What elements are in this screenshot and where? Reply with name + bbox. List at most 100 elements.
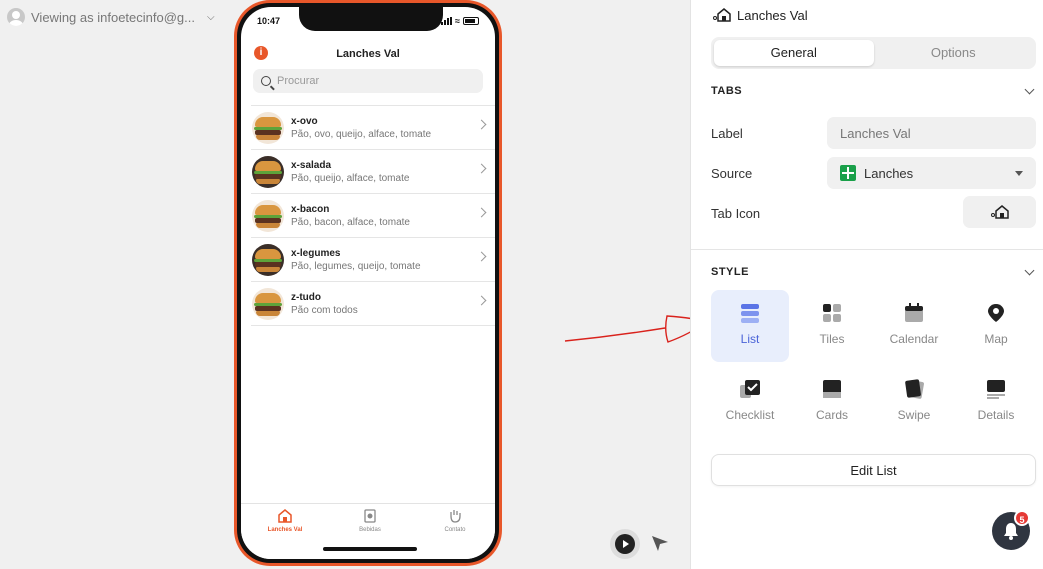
phone-preview: 10:47 ≈ i Lanches Val Procurar x-ovo Pão,… [234, 0, 502, 566]
list-icon [739, 302, 761, 324]
status-time: 10:47 [257, 16, 281, 26]
annotation-arrow [564, 315, 708, 343]
user-avatar-icon [7, 8, 25, 26]
source-field-label: Source [711, 166, 753, 181]
search-input[interactable]: Procurar [253, 69, 483, 93]
list-item[interactable]: x-legumes Pão, legumes, queijo, tomate [251, 238, 495, 282]
tab-label: Lanches Val [267, 527, 303, 533]
hand-icon [447, 508, 463, 524]
tab-icon-label: Tab Icon [711, 206, 761, 221]
cursor-icon[interactable] [650, 533, 670, 553]
tiles-icon [821, 302, 843, 324]
style-label: Swipe [897, 408, 931, 422]
style-label: Details [977, 408, 1015, 422]
status-bar: 10:47 ≈ [257, 16, 479, 26]
burger-image [252, 199, 284, 232]
panel-segmented-control: General Options [711, 37, 1036, 69]
style-option-map[interactable]: Map [957, 290, 1035, 362]
tab-contato[interactable]: Contato [425, 508, 485, 533]
style-option-list[interactable]: List [711, 290, 789, 362]
segment-options[interactable]: Options [874, 40, 1034, 66]
label-input[interactable]: Lanches Val [827, 117, 1036, 149]
search-icon [261, 76, 271, 86]
burger-image [252, 111, 284, 144]
item-subtitle: Pão, queijo, alface, tomate [291, 172, 410, 184]
style-option-calendar[interactable]: Calendar [875, 290, 953, 362]
source-dropdown[interactable]: Lanches [827, 157, 1036, 189]
style-label: Calendar [889, 332, 939, 346]
style-label: List [740, 332, 760, 346]
viewing-as-label: Viewing as infoetecinfo@g... [31, 9, 195, 25]
phone-screen: 10:47 ≈ i Lanches Val Procurar x-ovo Pão,… [241, 7, 495, 559]
wifi-icon: ≈ [455, 16, 460, 26]
bell-icon [1004, 523, 1018, 540]
list-item[interactable]: x-salada Pão, queijo, alface, tomate [251, 150, 495, 194]
style-label: Cards [815, 408, 848, 422]
home-indicator [323, 547, 417, 551]
swipe-icon [903, 378, 925, 400]
label-field-label: Label [711, 126, 743, 141]
item-subtitle: Pão com todos [291, 304, 358, 316]
app-title: Lanches Val [336, 48, 400, 60]
item-list: x-ovo Pão, ovo, queijo, alface, tomate x-… [251, 105, 495, 326]
burger-image [252, 243, 284, 276]
properties-panel: Lanches Val General Options TABS Label L… [690, 0, 1043, 569]
item-title: x-ovo [291, 115, 318, 127]
style-label: Map [984, 332, 1008, 346]
edit-list-button[interactable]: Edit List [711, 454, 1036, 486]
details-icon [985, 378, 1007, 400]
phone-tab-bar: Lanches Val Bebidas Contato [241, 503, 495, 559]
panel-title: Lanches Val [737, 7, 808, 23]
tabs-section-title: TABS [711, 85, 743, 97]
burger-image [252, 287, 284, 320]
search-placeholder: Procurar [277, 75, 320, 87]
store-icon [713, 8, 731, 22]
tab-icon-picker[interactable] [963, 196, 1036, 228]
divider [691, 249, 1043, 250]
style-option-details[interactable]: Details [957, 366, 1035, 438]
list-item[interactable]: z-tudo Pão com todos [251, 282, 495, 326]
style-label: Checklist [725, 408, 775, 422]
cards-icon [821, 378, 843, 400]
app-header: i Lanches Val [241, 43, 495, 65]
checklist-icon [739, 378, 761, 400]
burger-image [252, 155, 284, 188]
label-input-value: Lanches Val [840, 125, 911, 141]
style-section-title: STYLE [711, 266, 749, 278]
info-icon[interactable]: i [254, 46, 268, 60]
item-title: x-salada [291, 159, 332, 171]
tab-lanches-val[interactable]: Lanches Val [255, 508, 315, 533]
style-option-checklist[interactable]: Checklist [711, 366, 789, 438]
signal-icon [441, 17, 453, 25]
item-title: x-bacon [291, 203, 330, 215]
tab-label: Contato [444, 527, 466, 533]
calendar-icon [903, 302, 925, 324]
map-pin-icon [985, 302, 1007, 324]
list-item[interactable]: x-ovo Pão, ovo, queijo, alface, tomate [251, 106, 495, 150]
store-icon [990, 205, 1009, 219]
chevron-down-icon[interactable] [1024, 84, 1035, 95]
sheet-icon [840, 165, 856, 181]
style-option-swipe[interactable]: Swipe [875, 366, 953, 438]
chevron-down-icon: ⌵ [207, 11, 215, 23]
chevron-down-icon[interactable] [1024, 265, 1035, 276]
list-item[interactable]: x-bacon Pão, bacon, alface, tomate [251, 194, 495, 238]
item-title: z-tudo [291, 291, 321, 303]
style-option-cards[interactable]: Cards [793, 366, 871, 438]
store-icon [277, 508, 293, 524]
item-subtitle: Pão, bacon, alface, tomate [291, 216, 410, 228]
caret-down-icon [1015, 171, 1023, 176]
preview-play-button[interactable] [610, 529, 640, 559]
segment-general[interactable]: General [714, 40, 874, 66]
source-value: Lanches [864, 165, 914, 181]
item-subtitle: Pão, ovo, queijo, alface, tomate [291, 128, 432, 140]
style-option-tiles[interactable]: Tiles [793, 290, 871, 362]
cup-icon [362, 508, 378, 524]
panel-header: Lanches Val [713, 7, 808, 23]
battery-icon [463, 17, 479, 25]
viewing-as-selector[interactable]: Viewing as infoetecinfo@g... ⌵ [7, 8, 215, 26]
play-icon [615, 534, 635, 554]
style-label: Tiles [819, 332, 845, 346]
tab-bebidas[interactable]: Bebidas [340, 508, 400, 533]
tab-label: Bebidas [359, 527, 381, 533]
